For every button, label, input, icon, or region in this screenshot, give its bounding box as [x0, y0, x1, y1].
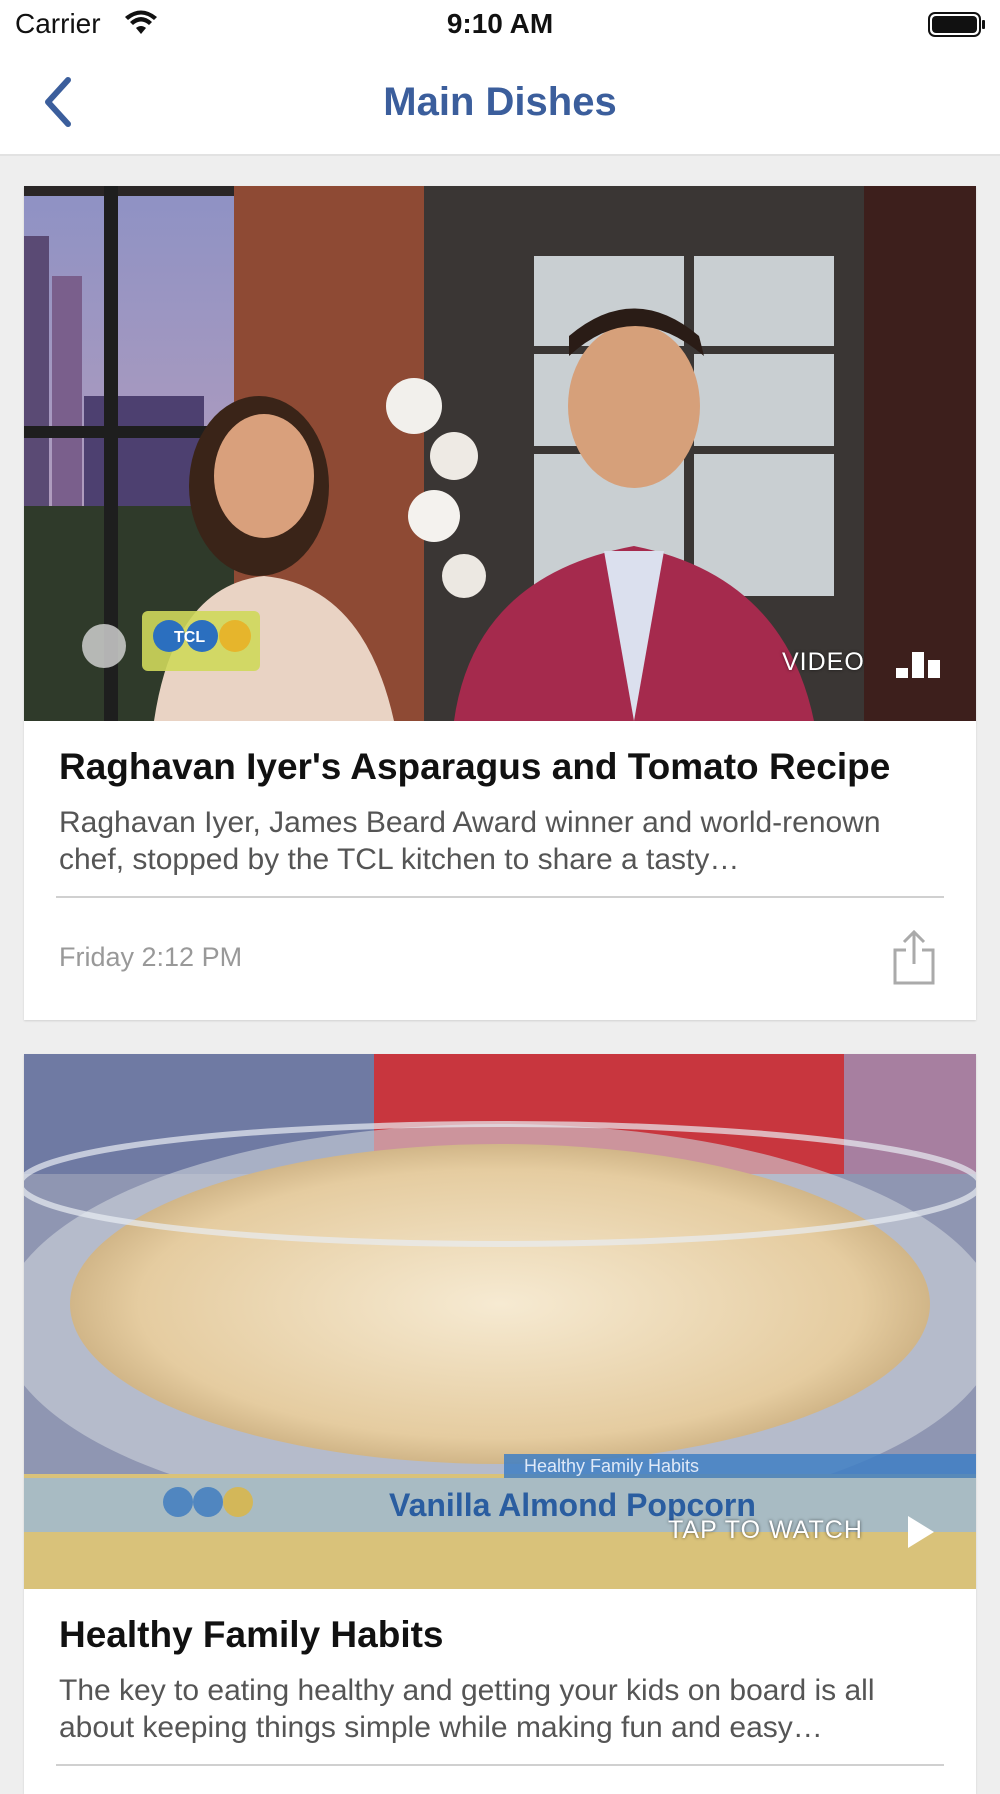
divider: [56, 1764, 944, 1766]
article-title[interactable]: Healthy Family Habits: [59, 1614, 444, 1656]
banner-top-text: Healthy Family Habits: [524, 1456, 699, 1476]
play-icon: [908, 1516, 934, 1548]
video-thumbnail[interactable]: Healthy Family Habits Vanilla Almond Pop…: [24, 1054, 976, 1589]
article-title[interactable]: Raghavan Iyer's Asparagus and Tomato Rec…: [59, 746, 890, 788]
thumbnail-image: TCL: [24, 186, 976, 721]
article-description: The key to eating healthy and getting yo…: [59, 1674, 875, 1744]
share-button[interactable]: [892, 929, 936, 986]
article-card[interactable]: TCL VIDEO Raghavan Iyer's Asparagus and …: [24, 186, 976, 1020]
video-label: VIDEO: [782, 648, 865, 676]
divider: [56, 896, 944, 898]
thumbnail-logo-text: TCL: [174, 629, 205, 646]
article-timestamp: Friday 2:12 PM: [59, 942, 243, 972]
video-thumbnail[interactable]: TCL VIDEO: [24, 186, 976, 721]
article-card[interactable]: Healthy Family Habits Vanilla Almond Pop…: [24, 1054, 976, 1794]
clock: 9:10 AM: [446, 8, 554, 39]
page-title: Main Dishes: [383, 80, 617, 124]
navigation-bar: Main Dishes: [0, 50, 1000, 156]
battery-full-icon: [928, 12, 985, 37]
thumbnail-image: Healthy Family Habits Vanilla Almond Pop…: [24, 1054, 976, 1589]
tap-to-watch-label: TAP TO WATCH: [668, 1516, 863, 1544]
article-description: Raghavan Iyer, James Beard Award winner …: [59, 806, 881, 876]
status-bar: Carrier 9:10 AM: [0, 0, 1000, 50]
bar-chart-icon: [896, 652, 940, 678]
share-icon: [893, 929, 935, 985]
